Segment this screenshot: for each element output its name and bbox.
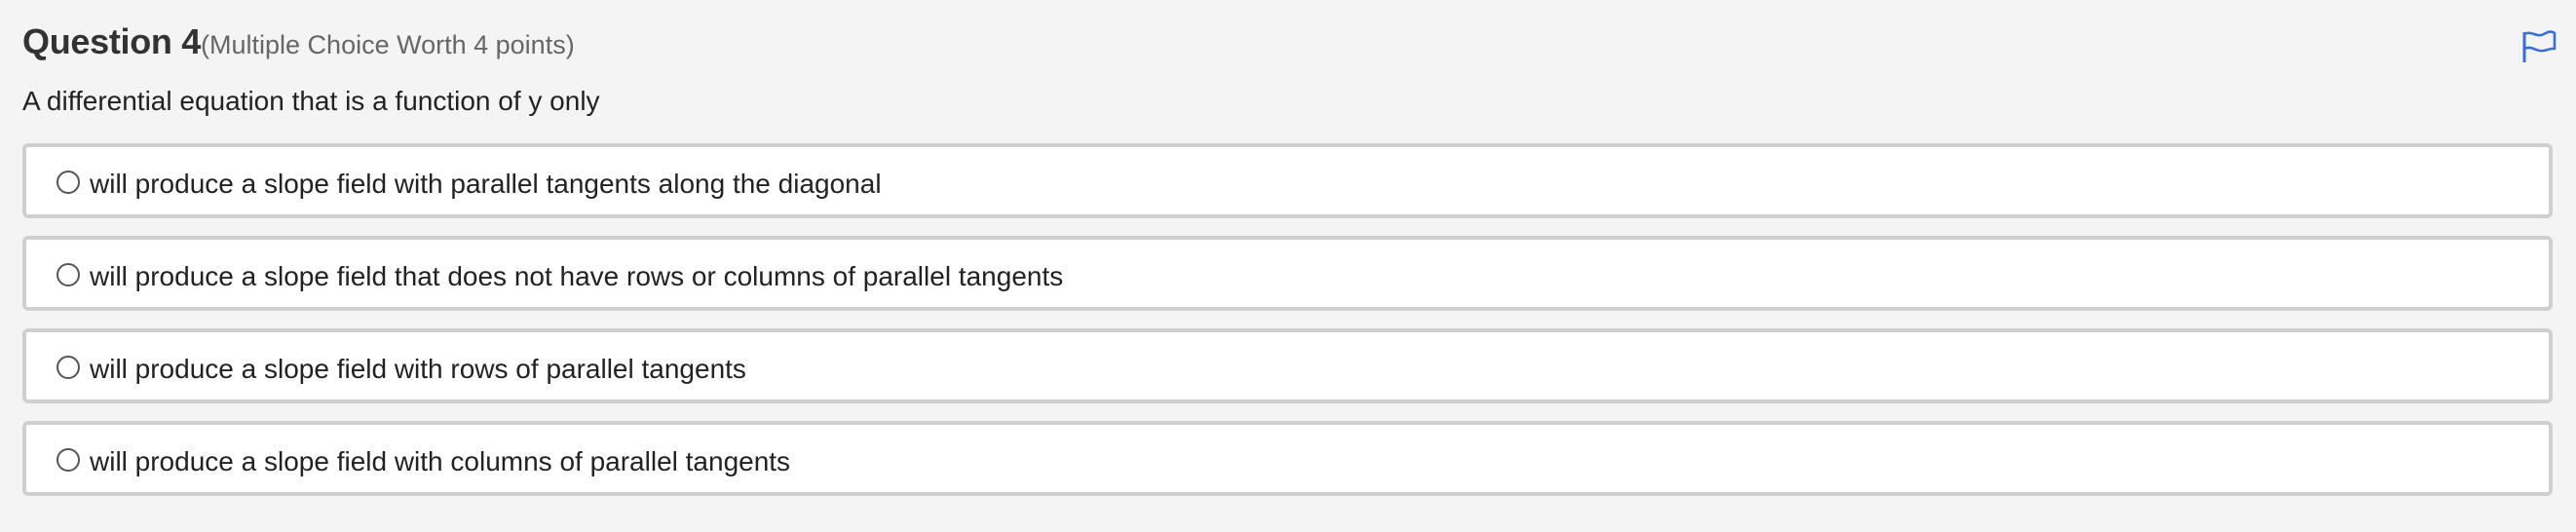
question-prompt: A differential equation that is a functi… xyxy=(22,86,600,116)
choice-label: will produce a slope field with parallel… xyxy=(90,169,882,199)
flag-icon[interactable] xyxy=(2520,30,2557,63)
answer-choice-4[interactable]: will produce a slope field with columns … xyxy=(22,421,2553,496)
question-title: Question 4 xyxy=(22,21,202,61)
answer-choice-2[interactable]: will produce a slope field that does not… xyxy=(22,236,2553,311)
answer-choice-1[interactable]: will produce a slope field with parallel… xyxy=(22,143,2553,218)
choice-label: will produce a slope field with columns … xyxy=(90,446,791,476)
radio-button[interactable] xyxy=(57,356,80,379)
question-points: (Multiple Choice Worth 4 points) xyxy=(201,30,575,59)
radio-button[interactable] xyxy=(57,263,80,286)
radio-button[interactable] xyxy=(57,171,80,194)
choice-label: will produce a slope field with rows of … xyxy=(90,354,746,384)
question-header: Question 4 (Multiple Choice Worth 4 poin… xyxy=(22,21,575,62)
radio-button[interactable] xyxy=(57,448,80,472)
answer-choice-3[interactable]: will produce a slope field with rows of … xyxy=(22,328,2553,403)
choice-label: will produce a slope field that does not… xyxy=(90,261,1064,291)
